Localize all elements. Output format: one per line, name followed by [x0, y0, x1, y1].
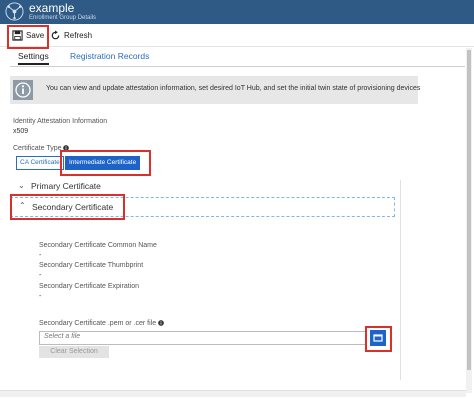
- file-upload-label-text: Secondary Certificate .pem or .cer file: [39, 320, 157, 327]
- primary-certificate-title: Primary Certificate: [31, 181, 101, 191]
- refresh-label: Refresh: [64, 30, 93, 40]
- thumbprint-label: Secondary Certificate Thumbprint: [39, 262, 144, 269]
- clear-selection-button[interactable]: Clear Selection: [39, 346, 109, 358]
- save-label: Save: [26, 30, 45, 40]
- thumbprint-value: -: [39, 272, 42, 279]
- page-subtitle: Enrollment Group Details: [29, 15, 97, 21]
- info-icon: [13, 80, 33, 100]
- secondary-certificate-section[interactable]: ⌃ Secondary Certificate: [10, 197, 395, 217]
- chevron-down-icon: ⌄: [18, 181, 25, 190]
- info-text: You can view and update attestation info…: [46, 85, 421, 92]
- title-bar: example Enrollment Group Details: [0, 0, 474, 24]
- page-title: example: [29, 1, 75, 15]
- certificate-type-text: Certificate Type: [13, 145, 62, 152]
- refresh-icon: [51, 29, 60, 39]
- tab-settings[interactable]: Settings: [18, 51, 49, 65]
- file-select-input[interactable]: Select a file: [39, 331, 366, 345]
- tab-registration-records[interactable]: Registration Records: [70, 51, 149, 61]
- file-upload-label: Secondary Certificate .pem or .cer file: [39, 320, 164, 327]
- command-bar: Save Refresh: [0, 24, 474, 47]
- content-divider: [400, 180, 401, 380]
- browse-file-button[interactable]: [370, 330, 386, 346]
- expiration-value: -: [39, 293, 42, 300]
- tab-strip: Settings Registration Records: [10, 50, 465, 67]
- folder-browse-icon: [373, 334, 383, 342]
- intermediate-certificate-option[interactable]: Intermediate Certificate: [65, 156, 141, 170]
- save-button[interactable]: Save: [12, 28, 44, 42]
- floppy-disk-icon: [12, 29, 23, 41]
- common-name-value: -: [39, 252, 42, 259]
- attestation-label: Identity Attestation Information: [13, 118, 108, 125]
- info-circle-icon: [158, 320, 164, 327]
- iot-hub-logo-icon: [5, 2, 24, 21]
- attestation-value: x509: [13, 128, 29, 135]
- common-name-label: Secondary Certificate Common Name: [39, 242, 157, 249]
- primary-certificate-section[interactable]: ⌄ Primary Certificate: [10, 180, 393, 192]
- info-banner: You can view and update attestation info…: [10, 76, 421, 104]
- refresh-button[interactable]: Refresh: [50, 28, 92, 42]
- expiration-label: Secondary Certificate Expiration: [39, 283, 139, 290]
- secondary-certificate-title: Secondary Certificate: [32, 202, 114, 212]
- file-placeholder: Select a file: [44, 333, 81, 340]
- horizontal-scrollbar[interactable]: [0, 390, 466, 397]
- info-circle-icon: [63, 145, 70, 152]
- certificate-type-label: Certificate Type: [13, 145, 70, 152]
- ca-certificate-option[interactable]: CA Certificate: [16, 156, 64, 170]
- vertical-scrollbar-thumb[interactable]: [467, 50, 471, 370]
- chevron-up-icon: ⌃: [19, 201, 26, 210]
